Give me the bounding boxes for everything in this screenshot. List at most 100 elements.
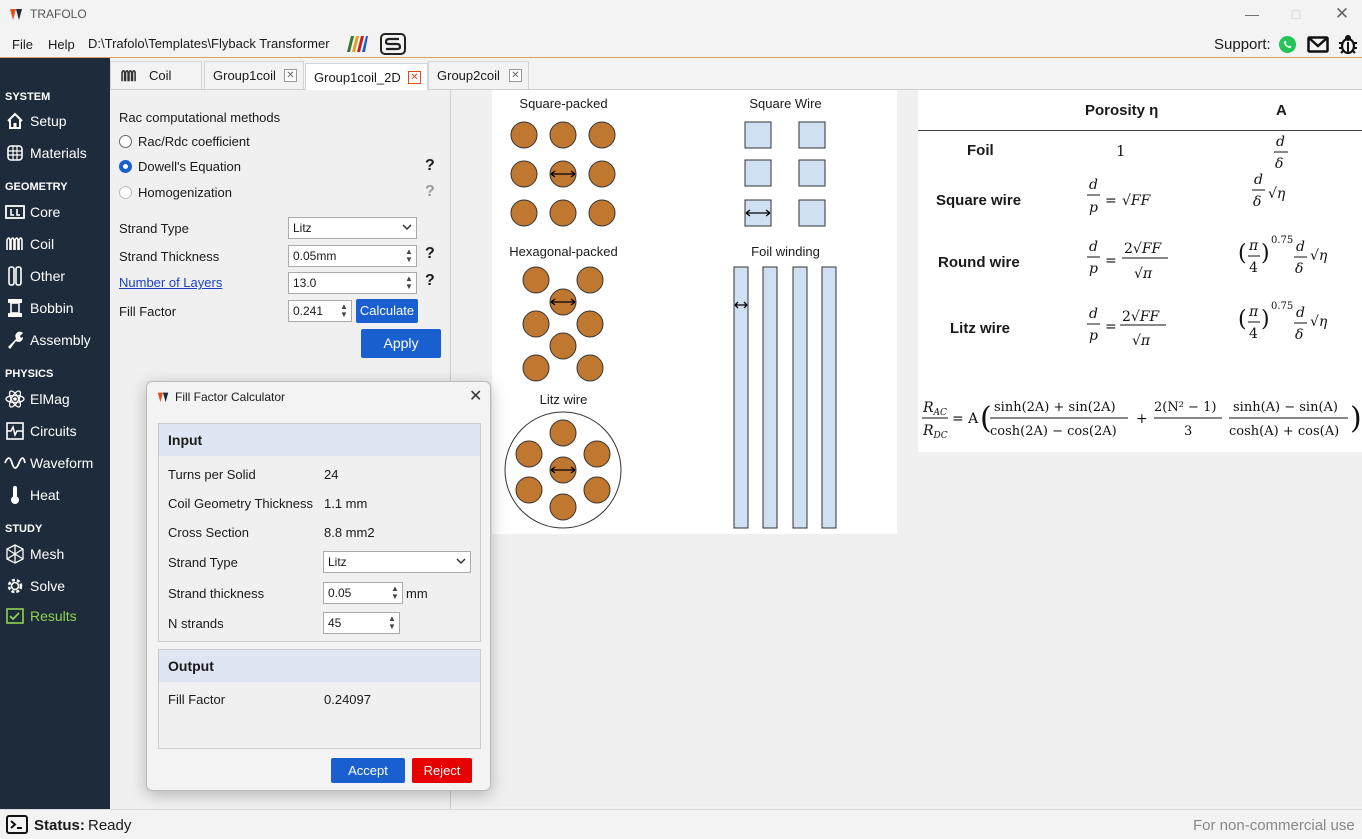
close-tab-icon[interactable]: ✕ bbox=[509, 69, 522, 82]
square-wire-conductors bbox=[744, 121, 826, 227]
sidebar-item-bobbin[interactable]: Bobbin bbox=[4, 295, 108, 321]
atom-icon bbox=[4, 389, 26, 409]
svg-text:0.75: 0.75 bbox=[1271, 301, 1293, 312]
input-group-header: Input bbox=[159, 424, 480, 456]
accept-button[interactable]: Accept bbox=[331, 758, 405, 783]
svg-text:2√FF: 2√FF bbox=[1122, 309, 1161, 325]
input-group: Input Turns per Solid 24 Coil Geometry T… bbox=[158, 423, 481, 642]
strand-thickness-input[interactable]: 0.05mm ▲ ▼ bbox=[288, 245, 417, 267]
fill-factor-label: Fill Factor bbox=[119, 304, 177, 319]
radio-rac-rdc[interactable] bbox=[119, 135, 132, 148]
status-bar: Status: Ready For non-commercial use bbox=[0, 809, 1362, 839]
sidebar-item-waveform[interactable]: Waveform bbox=[4, 450, 108, 476]
close-tab-icon[interactable]: ✕ bbox=[408, 71, 421, 84]
gear-icon bbox=[4, 576, 26, 596]
number-of-layers-link[interactable]: Number of Layers bbox=[119, 275, 222, 290]
svg-text:4: 4 bbox=[1249, 260, 1258, 276]
calculate-button[interactable]: Calculate bbox=[356, 299, 418, 323]
strand-type-select[interactable]: Litz bbox=[288, 217, 417, 239]
svg-text:p: p bbox=[1089, 261, 1098, 277]
svg-text:d: d bbox=[1089, 306, 1098, 322]
thermometer-icon bbox=[4, 485, 26, 505]
sidebar-item-circuits[interactable]: Circuits bbox=[4, 418, 108, 444]
dialog-strand-type-select[interactable]: Litz bbox=[323, 551, 471, 573]
grid-globe-icon bbox=[4, 143, 26, 163]
svg-text:√FF: √FF bbox=[1122, 193, 1152, 209]
svg-text:d: d bbox=[1089, 177, 1098, 193]
svg-text:p: p bbox=[1089, 328, 1098, 344]
bug-icon[interactable] bbox=[1338, 34, 1358, 55]
sidebar-item-core[interactable]: Core bbox=[4, 199, 108, 225]
radio-homogenization[interactable] bbox=[119, 186, 132, 199]
minimize-button[interactable]: — bbox=[1238, 4, 1266, 24]
svg-text:δ: δ bbox=[1295, 327, 1303, 343]
sidebar-item-other[interactable]: Other bbox=[4, 263, 108, 289]
sidebar-item-coil[interactable]: Coil bbox=[4, 231, 108, 257]
wrench-icon bbox=[4, 330, 26, 350]
svg-text:=: = bbox=[1105, 193, 1117, 209]
sidebar: SYSTEM Setup Materials GEOMETRY Core Coi… bbox=[0, 58, 110, 809]
output-group-header: Output bbox=[159, 650, 480, 682]
s-logo-icon[interactable] bbox=[380, 33, 406, 55]
wave-icon bbox=[4, 453, 26, 473]
sidebar-item-materials[interactable]: Materials bbox=[4, 140, 108, 166]
option-dowell-label: Dowell's Equation bbox=[138, 159, 241, 174]
strand-thickness-unit: mm bbox=[406, 586, 428, 601]
spinner-icon[interactable]: ▲ ▼ bbox=[390, 585, 400, 601]
whatsapp-icon[interactable] bbox=[1278, 35, 1297, 54]
n-strands-input[interactable]: 45 ▲ ▼ bbox=[323, 612, 400, 634]
dialog-strand-thickness-input[interactable]: 0.05 ▲ ▼ bbox=[323, 582, 403, 604]
spinner-icon[interactable]: ▲ ▼ bbox=[339, 303, 349, 319]
sidebar-item-elmag[interactable]: ElMag bbox=[4, 386, 108, 412]
help-strand-thickness-icon[interactable]: ? bbox=[425, 245, 435, 263]
trafolo-logo-icon bbox=[157, 392, 169, 403]
reject-button[interactable]: Reject bbox=[412, 758, 472, 783]
sidebar-item-solve[interactable]: Solve bbox=[4, 573, 108, 599]
number-of-layers-input[interactable]: 13.0 ▲ ▼ bbox=[288, 272, 417, 294]
svg-text:= A: = A bbox=[952, 411, 979, 427]
sidebar-item-mesh[interactable]: Mesh bbox=[4, 541, 108, 567]
svg-text:2(N² − 1): 2(N² − 1) bbox=[1154, 400, 1216, 415]
apply-button[interactable]: Apply bbox=[361, 329, 441, 358]
spinner-icon[interactable]: ▲ ▼ bbox=[387, 615, 397, 631]
sidebar-item-heat[interactable]: Heat bbox=[4, 482, 108, 508]
sidebar-item-results[interactable]: Results bbox=[4, 603, 108, 629]
mail-icon[interactable] bbox=[1307, 36, 1329, 53]
help-dowell-icon[interactable]: ? bbox=[425, 157, 435, 175]
tab-group1coil-2d[interactable]: Group1coil_2D ✕ bbox=[305, 63, 428, 90]
spinner-icon[interactable]: ▲ ▼ bbox=[404, 248, 414, 264]
sidebar-item-setup[interactable]: Setup bbox=[4, 108, 108, 134]
svg-text:cosh(2A) − cos(2A): cosh(2A) − cos(2A) bbox=[990, 424, 1117, 439]
home-icon bbox=[4, 111, 26, 131]
svg-text:d: d bbox=[1296, 305, 1305, 321]
tab-coil[interactable]: Coil bbox=[110, 61, 202, 89]
menu-help[interactable]: Help bbox=[48, 37, 75, 52]
svg-text:+: + bbox=[1136, 411, 1148, 427]
sidebar-item-assembly[interactable]: Assembly bbox=[4, 327, 108, 353]
radio-dowell[interactable] bbox=[119, 160, 132, 173]
maximize-button[interactable]: □ bbox=[1282, 4, 1310, 24]
help-homogenization-icon[interactable]: ? bbox=[425, 183, 435, 201]
tab-group2coil[interactable]: Group2coil ✕ bbox=[428, 61, 529, 89]
svg-text:sinh(2A) + sin(2A): sinh(2A) + sin(2A) bbox=[994, 400, 1116, 415]
svg-text:d: d bbox=[1296, 239, 1305, 255]
svg-text:3: 3 bbox=[1184, 424, 1192, 439]
close-tab-icon[interactable]: ✕ bbox=[284, 69, 297, 82]
project-path: D:\Trafolo\Templates\Flyback Transformer bbox=[88, 36, 330, 51]
svg-text:2√FF: 2√FF bbox=[1124, 241, 1163, 257]
output-fill-factor-label: Fill Factor bbox=[168, 692, 226, 707]
tab-group1coil[interactable]: Group1coil ✕ bbox=[204, 61, 304, 89]
color-stripes-icon[interactable] bbox=[344, 34, 368, 54]
menu-file[interactable]: File bbox=[12, 37, 33, 52]
close-window-button[interactable]: ✕ bbox=[1328, 4, 1356, 24]
svg-text:d: d bbox=[1276, 134, 1285, 150]
dialog-close-icon[interactable]: ✕ bbox=[469, 386, 482, 406]
cross-section-label: Cross Section bbox=[168, 525, 249, 540]
spinner-icon[interactable]: ▲ ▼ bbox=[404, 275, 414, 291]
svg-text:0.75: 0.75 bbox=[1271, 235, 1293, 246]
foil-conductors bbox=[733, 266, 837, 529]
fill-factor-input[interactable]: 0.241 ▲ ▼ bbox=[288, 300, 352, 322]
help-layers-icon[interactable]: ? bbox=[425, 272, 435, 290]
svg-text:√π: √π bbox=[1132, 333, 1151, 349]
terminal-icon[interactable] bbox=[6, 815, 28, 834]
